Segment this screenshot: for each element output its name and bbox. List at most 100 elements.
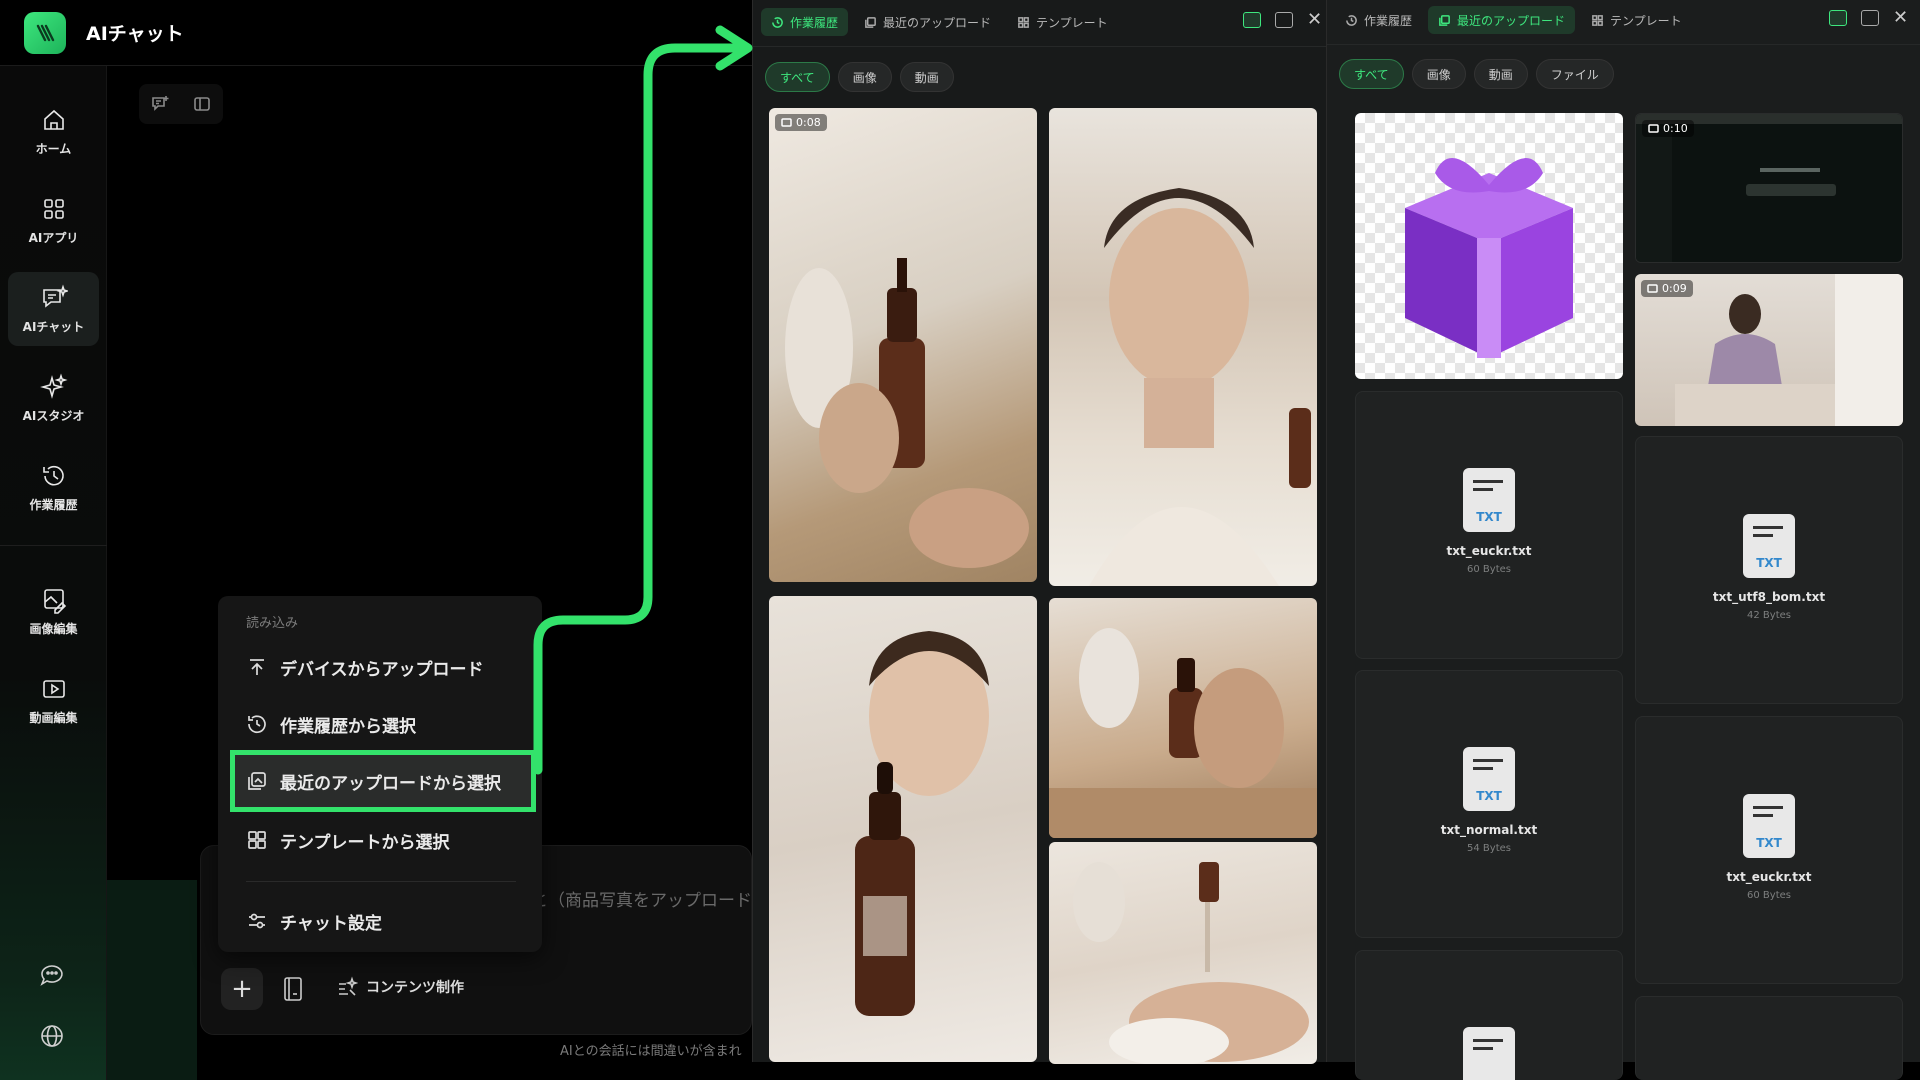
panel-divider [1327,44,1920,45]
tab-templates[interactable]: テンプレート [1581,6,1692,34]
file-card[interactable] [1635,996,1903,1080]
language-button[interactable] [38,1022,68,1052]
nav-item-ai-apps[interactable]: AIアプリ [8,183,99,257]
template-grid-icon [1592,14,1603,26]
tab-templates[interactable]: テンプレート [1007,8,1118,36]
txt-file-icon: TXT [1743,514,1795,578]
filter-images[interactable]: 画像 [837,62,892,92]
history-tile-image[interactable] [1049,598,1317,838]
top-bar: AIチャット [0,0,752,66]
filter-all[interactable]: すべて [765,62,830,92]
file-entry: TXT txt_euckr.txt 60 Bytes [1636,794,1902,901]
chat-sparkle-icon [42,283,68,308]
tab-history[interactable]: 作業履歴 [1335,6,1422,34]
sparkle-icon [39,372,68,399]
file-name: txt_euckr.txt [1446,544,1532,558]
add-attachment-button[interactable]: + [221,968,263,1010]
menu-item-chat-settings[interactable]: チャット設定 [230,895,530,947]
history-tile-image[interactable] [1049,108,1317,586]
file-type-badge: TXT [1756,836,1782,850]
columns-view-icon[interactable] [1861,10,1879,26]
history-icon [248,715,266,734]
history-icon [772,16,783,28]
plus-icon: + [231,974,253,1004]
content-creation-button[interactable]: コンテンツ制作 [336,976,464,998]
file-entry: TXT txt_utf8_bom.txt 42 Bytes [1636,514,1902,621]
file-card[interactable]: TXT txt_euckr.txt 60 Bytes [1635,716,1903,984]
file-size: 54 Bytes [1467,843,1511,854]
menu-item-from-recent-uploads[interactable]: 最近のアップロードから選択 [230,750,536,812]
video-badge-icon [1648,124,1659,133]
nav-item-history[interactable]: 作業履歴 [8,450,99,524]
nav-item-image-edit[interactable]: 画像編集 [8,574,99,648]
image-edit-icon [43,588,66,614]
history-tile-video[interactable]: 0:08 [769,108,1037,582]
menu-item-from-history[interactable]: 作業履歴から選択 [230,698,530,750]
serum-bottle-image [785,258,1029,568]
txt-file-icon [1463,1027,1515,1080]
close-icon[interactable]: ✕ [1307,11,1322,29]
tab-label: 最近のアップロード [1457,13,1566,28]
video-icon [42,679,65,698]
history-icon [1346,14,1357,26]
menu-header: 読み込み [246,616,299,631]
filter-videos[interactable]: 動画 [899,62,954,92]
feedback-button[interactable] [38,961,68,991]
chat-input-placeholder[interactable]: と（商品写真をアップロード [531,886,752,911]
file-size: 60 Bytes [1747,890,1791,901]
filter-images[interactable]: 画像 [1411,59,1466,89]
file-card[interactable]: TXT txt_euckr.txt 60 Bytes [1355,391,1623,659]
video-badge-icon [781,118,792,127]
nav-item-label: AIスタジオ [22,408,85,423]
nav-item-label: AIアプリ [28,230,79,245]
history-grid: 0:08 [769,108,1317,1064]
nav-item-ai-chat[interactable]: AIチャット [8,272,99,346]
file-entry: TXT txt_normal.txt 54 Bytes [1356,747,1622,854]
gift-box-image [1405,158,1573,358]
menu-item-from-template[interactable]: テンプレートから選択 [230,814,530,866]
tab-label: 最近のアップロード [883,15,992,30]
filter-chips: すべて 画像 動画 ファイル [1339,59,1614,89]
upload-tile-image[interactable] [1355,113,1623,379]
chat-pane-gradient [107,880,197,1080]
sidebar-toggle-icon[interactable] [192,94,212,114]
content-creation-label: コンテンツ制作 [366,980,464,996]
upload-tile-video[interactable]: 0:09 [1635,274,1903,426]
panel-window-controls: ✕ [1829,9,1908,27]
menu-item-label: 最近のアップロードから選択 [280,773,501,794]
panel-tabs: 作業履歴 最近のアップロード テンプレート [1335,6,1692,36]
content-create-icon [339,976,358,996]
nav-item-label: AIチャット [22,319,85,334]
file-size: 42 Bytes [1747,610,1791,621]
menu-item-label: テンプレートから選択 [280,832,450,853]
video-duration-badge: 0:10 [1642,120,1694,137]
file-name: txt_normal.txt [1440,823,1538,837]
nav-item-video-edit[interactable]: 動画編集 [8,663,99,737]
template-grid-icon [248,831,266,849]
nav-item-ai-studio[interactable]: AIスタジオ [8,361,99,435]
filter-files[interactable]: ファイル [1535,59,1614,89]
filter-all[interactable]: すべて [1339,59,1404,89]
history-tile-image[interactable] [1049,842,1317,1064]
tab-recent-uploads[interactable]: 最近のアップロード [854,8,1001,36]
close-icon[interactable]: ✕ [1893,9,1908,27]
filter-videos[interactable]: 動画 [1473,59,1528,89]
new-chat-icon[interactable] [150,94,170,114]
file-card[interactable]: TXT txt_normal.txt 54 Bytes [1355,670,1623,938]
attach-menu: 読み込み デバイスからアップロード 作業履歴から選択 最近のアップロードから選択… [218,596,542,952]
split-view-icon[interactable] [1243,12,1261,28]
tab-recent-uploads[interactable]: 最近のアップロード [1428,6,1576,34]
history-tile-image[interactable] [769,596,1037,1062]
notebook-button[interactable] [281,976,307,1004]
file-name: txt_euckr.txt [1726,870,1812,884]
tab-history[interactable]: 作業履歴 [761,8,849,36]
app-logo [24,11,66,54]
nav-item-home[interactable]: ホーム [8,94,99,168]
file-size: 60 Bytes [1467,564,1511,575]
columns-view-icon[interactable] [1275,12,1293,28]
split-view-icon[interactable] [1829,10,1847,26]
menu-item-upload-device[interactable]: デバイスからアップロード [230,641,530,693]
upload-tile-video[interactable]: 0:10 [1635,113,1903,263]
file-card[interactable]: TXT txt_utf8_bom.txt 42 Bytes [1635,436,1903,704]
file-card[interactable] [1355,950,1623,1080]
